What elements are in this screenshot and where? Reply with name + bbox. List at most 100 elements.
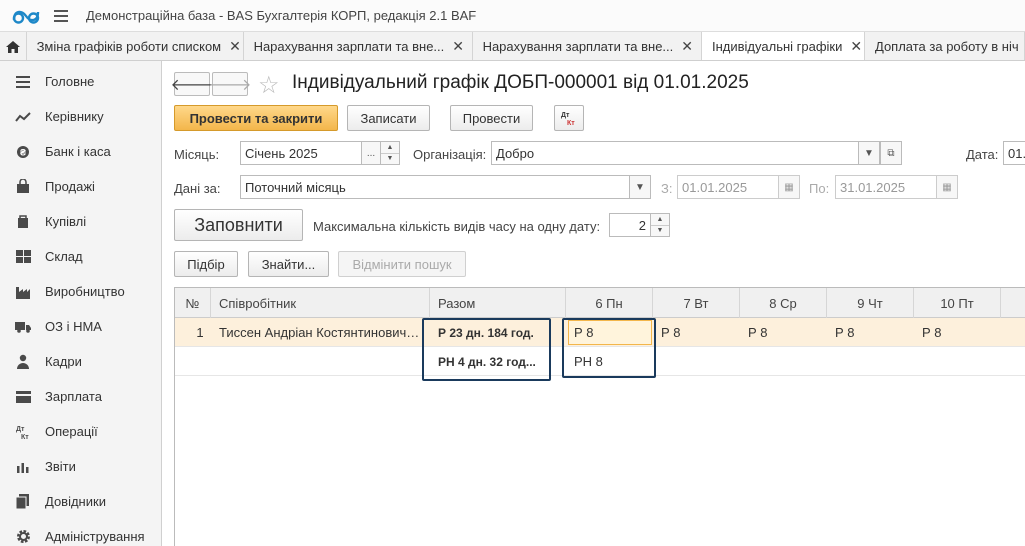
sidebar: Головне Керівнику ₴ Банк і каса Продажі К… — [0, 61, 162, 546]
dt-kt-icon: ДтКт — [561, 112, 575, 127]
cart-icon — [14, 214, 32, 230]
organization-dropdown-button[interactable]: ▼ — [858, 141, 880, 165]
svg-text:₴: ₴ — [20, 147, 26, 157]
close-icon[interactable]: ✕ — [229, 38, 241, 55]
svg-text:Кт: Кт — [567, 120, 575, 127]
period-field[interactable]: Поточний місяць — [240, 175, 630, 199]
forward-button[interactable]: 🡒 — [209, 72, 251, 96]
trend-chart-icon — [14, 109, 32, 125]
table-header: № Співробітник Разом 6 Пн 7 Вт 8 Ср 9 Чт… — [175, 288, 1025, 318]
sidebar-item-warehouse[interactable]: Склад — [0, 239, 161, 274]
sidebar-item-sales[interactable]: Продажі — [0, 169, 161, 204]
close-icon[interactable]: ✕ — [452, 38, 464, 55]
sidebar-item-production[interactable]: Виробництво — [0, 274, 161, 309]
svg-text:Дт: Дт — [16, 426, 25, 433]
svg-text:Дт: Дт — [561, 112, 570, 119]
bas-logo-icon[interactable] — [12, 6, 40, 26]
tab-work-schedule-change[interactable]: Зміна графіків роботи списком ✕ — [27, 32, 244, 60]
sidebar-item-salary[interactable]: Зарплата — [0, 379, 161, 414]
sidebar-item-manager[interactable]: Керівнику — [0, 99, 161, 134]
organization-label: Організація: — [413, 147, 487, 162]
period-dropdown-button[interactable]: ▼ — [629, 175, 651, 199]
organization-open-button[interactable]: ⧉ — [880, 141, 902, 165]
day-7-work-cell[interactable]: Р 8 — [661, 318, 741, 347]
post-button[interactable]: Провести — [450, 105, 533, 131]
tab-night-work-bonus[interactable]: Доплата за роботу в ніч — [865, 32, 1025, 60]
sidebar-item-reports[interactable]: Звіти — [0, 449, 161, 484]
month-label: Місяць: — [174, 147, 220, 162]
cancel-search-button[interactable]: Відмінити пошук — [338, 251, 466, 277]
day-10-work-cell[interactable]: Р 8 — [922, 318, 1002, 347]
sidebar-item-purchases[interactable]: Купівлі — [0, 204, 161, 239]
dt-kt-button[interactable]: Дт Кт — [554, 105, 584, 131]
truck-icon — [14, 319, 32, 335]
factory-icon — [14, 284, 32, 300]
gear-icon — [14, 529, 32, 545]
sidebar-item-fixed-assets[interactable]: ОЗ і НМА — [0, 309, 161, 344]
column-header-total[interactable]: Разом — [430, 288, 566, 318]
home-icon — [5, 40, 20, 53]
favorite-star-icon[interactable]: ☆ — [258, 71, 280, 100]
from-date-field[interactable]: 01.01.2025 — [677, 175, 779, 199]
max-time-types-label: Максимальна кількість видів часу на одну… — [313, 219, 601, 234]
column-header-day-10[interactable]: 10 Пт — [914, 288, 1001, 318]
sidebar-item-bank[interactable]: ₴ Банк і каса — [0, 134, 161, 169]
column-header-day-8[interactable]: 8 Ср — [740, 288, 827, 318]
save-button[interactable]: Записати — [347, 105, 430, 131]
close-icon[interactable]: ✕ — [681, 38, 693, 55]
from-date-label: З: — [661, 181, 673, 196]
organization-field[interactable]: Добро — [491, 141, 859, 165]
shopping-bag-icon — [14, 179, 32, 195]
column-header-day-7[interactable]: 7 Вт — [653, 288, 740, 318]
to-date-field[interactable]: 31.01.2025 — [835, 175, 937, 199]
sidebar-item-hr[interactable]: Кадри — [0, 344, 161, 379]
column-header-num[interactable]: № — [175, 288, 211, 318]
date-label: Дата: — [966, 147, 999, 162]
day-8-work-cell[interactable]: Р 8 — [748, 318, 828, 347]
sidebar-item-operations[interactable]: Дт Кт Операції — [0, 414, 161, 449]
period-label: Дані за: — [174, 181, 221, 196]
schedule-table: № Співробітник Разом 6 Пн 7 Вт 8 Ср 9 Чт… — [174, 287, 1025, 546]
to-date-label: По: — [809, 181, 830, 196]
sidebar-item-catalogs[interactable]: Довідники — [0, 484, 161, 519]
coin-icon: ₴ — [14, 144, 32, 160]
to-calendar-icon[interactable]: ▦ — [936, 175, 958, 199]
title-bar: Демонстраційна база - BAS Бухгалтерія КО… — [0, 0, 1025, 32]
wallet-icon — [14, 389, 32, 405]
tab-individual-schedules[interactable]: Індивідуальні графіки ✕ — [702, 32, 865, 60]
employee-cell[interactable]: Тиссен Андріан Костянтинович… — [219, 318, 424, 347]
page-title: Індивідуальний графік ДОБП-000001 від 01… — [292, 72, 749, 93]
document-form: 🡐 🡒 ☆ Індивідуальний графік ДОБП-000001 … — [162, 61, 1025, 546]
month-select-button[interactable]: ... — [361, 141, 381, 165]
warehouse-icon — [14, 249, 32, 265]
column-header-day-9[interactable]: 9 Чт — [827, 288, 914, 318]
select-button[interactable]: Підбір — [174, 251, 238, 277]
tab-payroll-2[interactable]: Нарахування зарплати та вне... ✕ — [473, 32, 702, 60]
home-tab[interactable] — [0, 32, 27, 60]
tab-payroll-1[interactable]: Нарахування зарплати та вне... ✕ — [244, 32, 473, 60]
post-and-close-button[interactable]: Провести та закрити — [174, 105, 338, 131]
max-time-types-input[interactable]: 2 — [609, 213, 651, 237]
month-field[interactable]: Січень 2025 — [240, 141, 362, 165]
column-header-employee[interactable]: Співробітник — [211, 288, 430, 318]
day-9-work-cell[interactable]: Р 8 — [835, 318, 915, 347]
fill-button[interactable]: Заповнити — [174, 209, 303, 241]
max-time-types-stepper[interactable]: ▲ ▼ — [650, 213, 670, 237]
books-icon — [14, 494, 32, 510]
row-number: 1 — [196, 325, 204, 340]
from-calendar-icon[interactable]: ▦ — [778, 175, 800, 199]
svg-text:Кт: Кт — [21, 434, 29, 440]
column-header-day-6[interactable]: 6 Пн — [566, 288, 653, 318]
menu-lines-icon — [14, 74, 32, 90]
main-menu-icon[interactable] — [54, 9, 68, 22]
close-icon[interactable]: ✕ — [850, 38, 862, 55]
person-icon — [14, 354, 32, 370]
total-column-highlight — [422, 318, 551, 381]
date-field[interactable]: 01. — [1003, 141, 1025, 165]
sidebar-item-main[interactable]: Головне — [0, 64, 161, 99]
app-title: Демонстраційна база - BAS Бухгалтерія КО… — [86, 8, 477, 23]
back-button[interactable]: 🡐 — [171, 72, 213, 96]
sidebar-item-admin[interactable]: Адміністрування — [0, 519, 161, 546]
find-button[interactable]: Знайти... — [248, 251, 329, 277]
month-stepper[interactable]: ▲ ▼ — [380, 141, 400, 165]
